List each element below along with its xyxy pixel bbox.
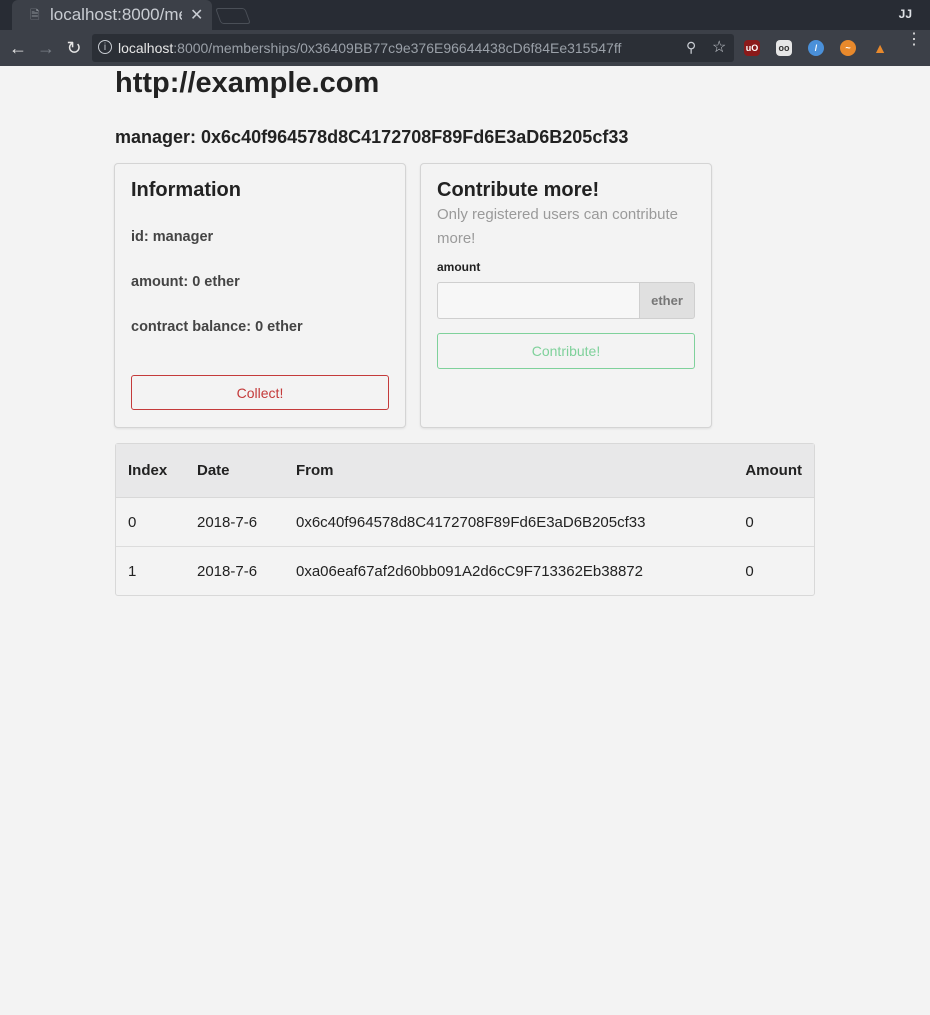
cell-date: 2018-7-6 bbox=[197, 562, 258, 580]
extension-icon[interactable]: / bbox=[808, 40, 824, 56]
browser-tab[interactable]: 🗎 localhost:8000/memberships/0x36409BB77… bbox=[12, 0, 212, 30]
zoom-icon[interactable]: ⚲ bbox=[686, 39, 696, 56]
info-id: id: manager bbox=[131, 229, 214, 245]
page-title: http://example.com bbox=[115, 67, 380, 99]
unit-addon: ether bbox=[639, 282, 695, 319]
contribute-subtitle: Only registered users can contribute mor… bbox=[437, 206, 678, 247]
info-amount: amount: 0 ether bbox=[131, 274, 240, 290]
header-index: Index bbox=[116, 444, 185, 498]
contribute-title: Contribute more! bbox=[437, 179, 600, 201]
url-text[interactable]: localhost:8000/memberships/0x36409BB77c9… bbox=[118, 40, 621, 56]
forward-icon[interactable]: → bbox=[34, 36, 58, 60]
extension-icon[interactable]: ~ bbox=[840, 40, 856, 56]
cell-index: 1 bbox=[128, 562, 137, 580]
tab-title: localhost:8000/memberships/0x36409BB77c9… bbox=[50, 5, 182, 24]
header-amount: Amount bbox=[733, 444, 814, 498]
cell-from: 0x6c40f964578d8C4172708F89Fd6E3aD6B205cf… bbox=[284, 497, 734, 547]
cell-from: 0xa06eaf67af2d60bb091A2d6cC9F713362Eb388… bbox=[296, 562, 643, 580]
url-path: :8000/memberships/0x36409BB77c9e376E9664… bbox=[173, 40, 622, 56]
profile-badge[interactable]: JJ bbox=[899, 7, 912, 21]
information-card: Information id: manager amount: 0 ether … bbox=[114, 163, 406, 428]
info-contract-balance: contract balance: 0 ether bbox=[131, 319, 303, 335]
collect-button[interactable]: Collect! bbox=[131, 375, 389, 410]
amount-input[interactable] bbox=[437, 282, 639, 319]
address-bar[interactable]: i localhost:8000/memberships/0x36409BB77… bbox=[92, 34, 734, 62]
table-row: 0 2018-7-6 0x6c40f964578d8C4172708F89Fd6… bbox=[116, 497, 814, 547]
table-row: 1 2018-7-6 0xa06eaf67af2d60bb091A2d6cC9F… bbox=[116, 547, 814, 596]
reload-icon[interactable]: ↻ bbox=[62, 36, 86, 60]
header-from: From bbox=[284, 444, 734, 498]
contribute-card: Contribute more! Only registered users c… bbox=[420, 163, 712, 428]
url-host: localhost bbox=[118, 40, 174, 56]
browser-tab-bar: 🗎 localhost:8000/memberships/0x36409BB77… bbox=[0, 0, 930, 30]
cell-amount: 0 bbox=[733, 497, 814, 547]
contributions-table: Index Date From Amount 0 2018-7-6 0x6c40… bbox=[115, 443, 815, 596]
cell-date: 2018-7-6 bbox=[185, 497, 284, 547]
manager-address: manager: 0x6c40f964578d8C4172708F89Fd6E3… bbox=[115, 127, 629, 147]
page-icon: 🗎 bbox=[30, 8, 40, 22]
back-icon[interactable]: ← bbox=[6, 36, 30, 60]
browser-toolbar: ← → ↻ i localhost:8000/memberships/0x364… bbox=[0, 30, 930, 66]
cell-index: 0 bbox=[116, 497, 185, 547]
amount-label: amount bbox=[437, 260, 481, 274]
ublock-icon[interactable]: uO bbox=[744, 40, 760, 56]
header-date: Date bbox=[185, 444, 284, 498]
information-title: Information bbox=[131, 179, 241, 201]
info-icon[interactable]: i bbox=[98, 40, 112, 54]
cell-amount: 0 bbox=[745, 562, 754, 580]
contribute-button[interactable]: Contribute! bbox=[437, 333, 695, 369]
metamask-icon[interactable]: ▲ bbox=[872, 40, 888, 56]
menu-icon[interactable]: ⋮ bbox=[906, 32, 922, 48]
close-icon[interactable]: ✕ bbox=[190, 5, 203, 25]
extension-icon[interactable]: oo bbox=[776, 40, 792, 56]
star-icon[interactable]: ☆ bbox=[712, 37, 726, 57]
new-tab-button[interactable] bbox=[215, 8, 251, 24]
table-header-row: Index Date From Amount bbox=[116, 444, 814, 498]
